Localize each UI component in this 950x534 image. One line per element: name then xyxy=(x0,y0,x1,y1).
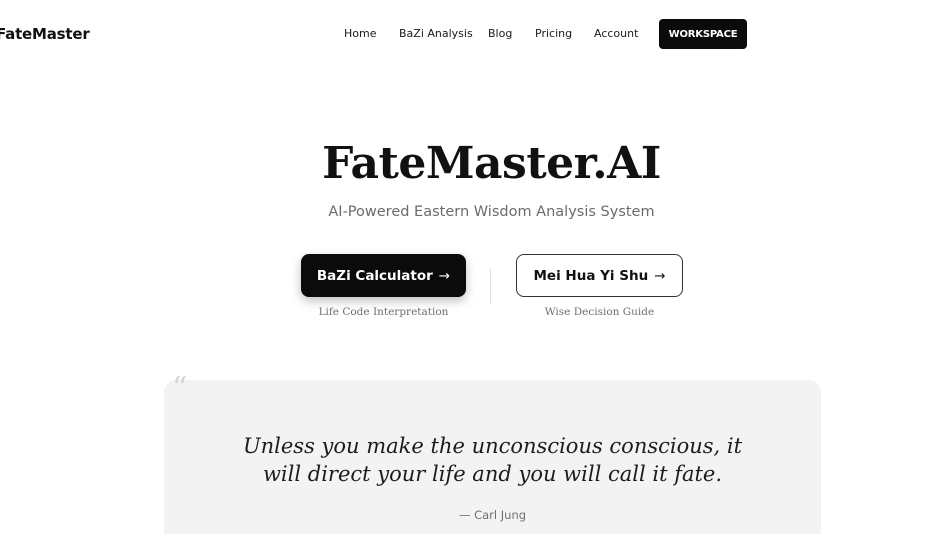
main-nav: Home BaZi Analysis Blog Pricing Account … xyxy=(0,19,950,49)
page: FateMaster Home BaZi Analysis Blog Prici… xyxy=(0,0,950,534)
arrow-right-icon: → xyxy=(654,267,666,284)
bazi-calculator-button[interactable]: BaZi Calculator → xyxy=(301,254,466,297)
hero-subtitle: AI-Powered Eastern Wisdom Analysis Syste… xyxy=(328,204,655,220)
quote-line: will direct your life and you will call … xyxy=(262,462,723,486)
quote-card: “ Unless you make the unconscious consci… xyxy=(164,374,821,534)
nav-bazi-analysis-link[interactable]: BaZi Analysis xyxy=(399,27,473,40)
arrow-right-icon: → xyxy=(438,267,451,284)
quote-line: Unless you make the unconscious consciou… xyxy=(242,434,743,458)
hero-title: FateMaster.AI xyxy=(322,138,661,189)
quote-mark-icon: “ xyxy=(172,371,188,406)
mei-hua-yi-shu-label: Mei Hua Yi Shu xyxy=(533,267,649,284)
mei-hua-caption: Wise Decision Guide xyxy=(544,306,655,318)
nav-pricing-link[interactable]: Pricing xyxy=(535,27,572,40)
quote-text: Unless you make the unconscious consciou… xyxy=(164,432,821,488)
bazi-caption: Life Code Interpretation xyxy=(318,306,449,318)
workspace-button[interactable]: WORKSPACE xyxy=(659,19,747,49)
nav-blog-link[interactable]: Blog xyxy=(488,27,512,40)
mei-hua-yi-shu-button[interactable]: Mei Hua Yi Shu → xyxy=(516,254,683,297)
nav-home-link[interactable]: Home xyxy=(344,27,376,40)
nav-account-link[interactable]: Account xyxy=(594,27,638,40)
cta-divider xyxy=(490,268,491,304)
bazi-calculator-label: BaZi Calculator xyxy=(316,267,433,284)
quote-author: — Carl Jung xyxy=(458,508,527,522)
